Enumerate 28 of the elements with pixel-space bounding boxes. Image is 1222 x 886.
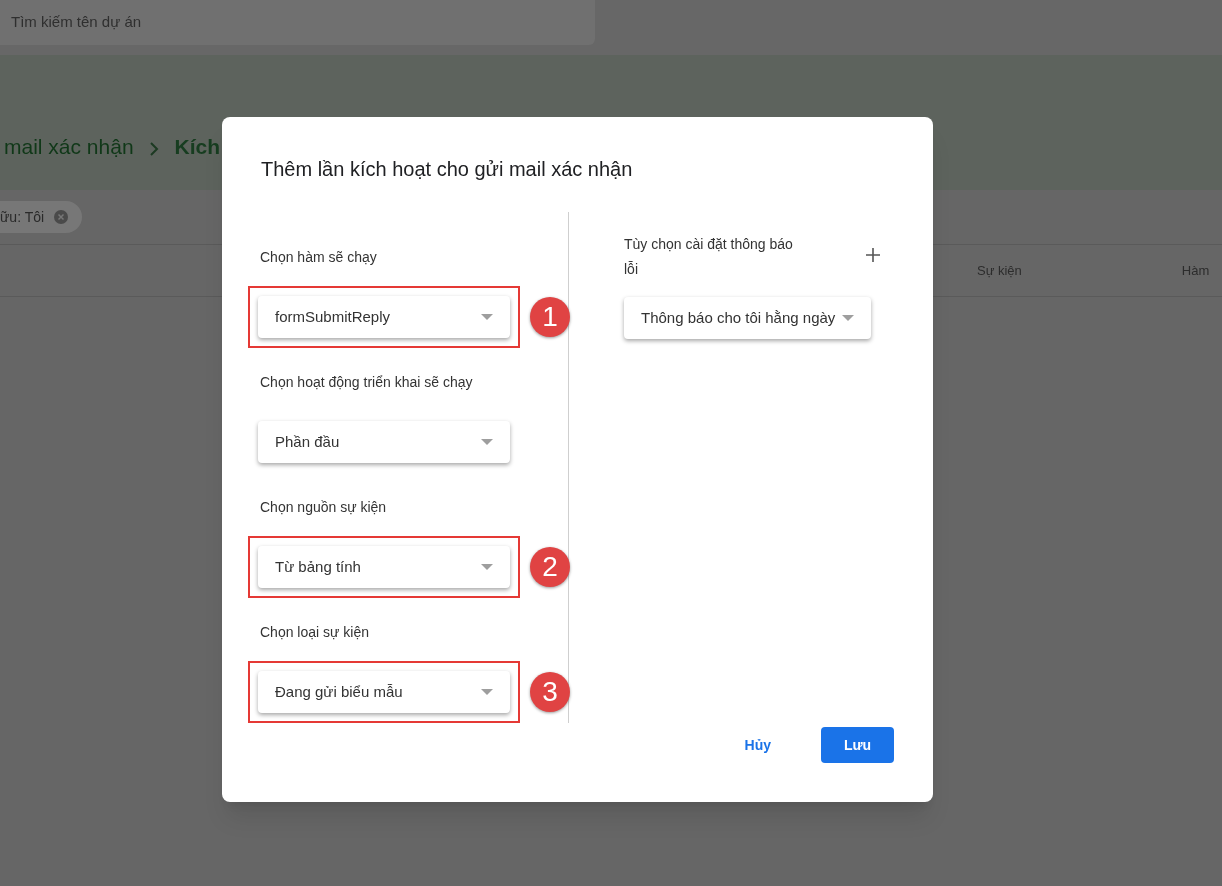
dropdown[interactable]: formSubmitReply [258,296,510,338]
dropdown[interactable]: Thông báo cho tôi hằng ngày [624,297,871,339]
field-label: Tùy chọn cài đặt thông báo lỗi [624,235,794,279]
number-marker: 1 [530,297,570,337]
caret-icon [481,689,493,695]
field-label: Chọn hoạt động triển khai sẽ chạy [260,373,474,392]
caret-icon [481,314,493,320]
number-marker: 3 [530,672,570,712]
dropdown[interactable]: Phần đầu [258,421,510,463]
caret-icon [842,315,854,321]
plus-icon[interactable] [866,248,880,262]
column-header: Hàm [1181,261,1210,280]
dialog-title: Thêm lần kích hoạt cho gửi mail xác nhận [261,157,634,182]
caret-icon [481,439,493,445]
caret-icon [481,564,493,570]
chevron-right-icon [149,142,159,156]
filter-chip[interactable]: ữu: Tôi [0,201,83,233]
search-placeholder: Tìm kiếm tên dự án [11,12,142,33]
save-button[interactable]: Lưu [821,727,894,763]
cancel-button[interactable]: Hủy [744,727,771,763]
dropdown[interactable]: Từ bảng tính [258,546,510,588]
search-field[interactable]: Tìm kiếm tên dự án [0,0,595,45]
field-label: Chọn hàm sẽ chạy [260,248,378,267]
number-marker: 2 [530,547,570,587]
field-label: Chọn loại sự kiện [260,623,370,642]
dropdown[interactable]: Đang gửi biểu mẫu [258,671,510,713]
field-label: Chọn nguồn sự kiện [260,498,388,517]
column-header: Sự kiện [977,261,1022,280]
